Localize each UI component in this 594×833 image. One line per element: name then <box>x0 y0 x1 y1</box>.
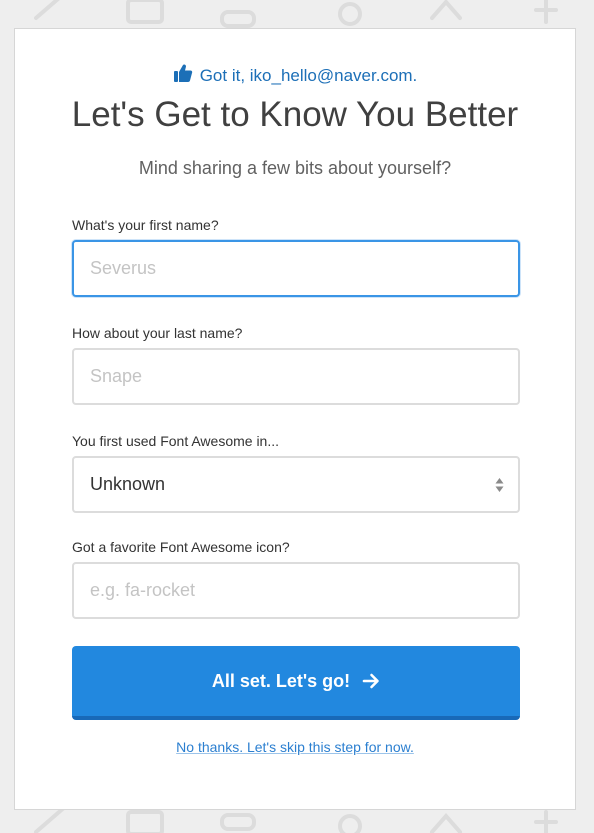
favorite-icon-input[interactable] <box>72 562 520 619</box>
first-used-selected-value: Unknown <box>90 474 166 494</box>
sort-arrows-icon <box>495 477 504 493</box>
first-name-label: What's your first name? <box>72 217 219 233</box>
last-name-label: How about your last name? <box>72 325 243 341</box>
first-used-label: You first used Font Awesome in... <box>72 433 280 449</box>
page-title: Let's Get to Know You Better <box>71 95 519 134</box>
submit-button[interactable]: All set. Let's go! <box>72 646 520 720</box>
thumbs-up-icon <box>173 63 193 88</box>
skip-link-container: No thanks. Let's skip this step for now. <box>15 738 575 756</box>
submit-button-label: All set. Let's go! <box>211 671 351 691</box>
onboarding-card: Got it, iko_hello@naver.com. Let's Get t… <box>14 28 576 810</box>
last-name-input[interactable] <box>72 348 520 405</box>
confirmation-message: Got it, iko_hello@naver.com. <box>15 63 575 88</box>
favorite-icon-label: Got a favorite Font Awesome icon? <box>72 539 290 555</box>
page-subtitle: Mind sharing a few bits about yourself? <box>138 158 452 178</box>
confirmation-text: Got it, iko_hello@naver.com. <box>199 66 418 85</box>
first-name-input[interactable] <box>72 240 520 297</box>
arrow-right-icon <box>362 649 380 719</box>
skip-step-link[interactable]: No thanks. Let's skip this step for now. <box>176 739 414 755</box>
first-used-select[interactable]: Unknown <box>72 456 520 513</box>
